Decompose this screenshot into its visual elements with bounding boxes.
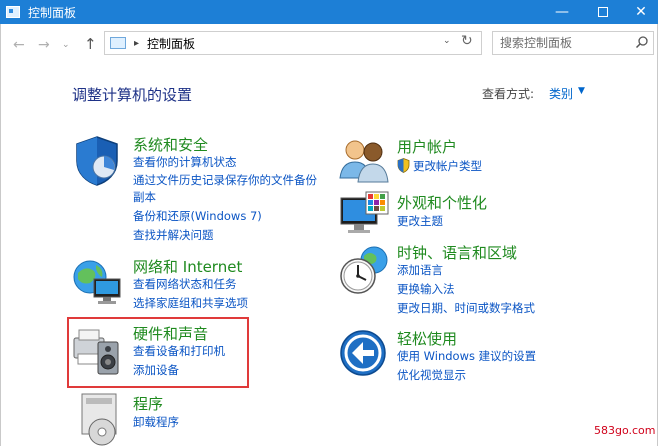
category-user-accounts[interactable]: 用户帐户 [397, 136, 457, 157]
programs-disc-icon[interactable] [72, 392, 126, 446]
view-by-label: 查看方式: [482, 87, 535, 101]
clock-globe-icon[interactable] [338, 244, 392, 298]
close-button[interactable]: ✕ [624, 0, 658, 24]
category-clock-language-region[interactable]: 时钟、语言和区域 [397, 242, 517, 263]
maximize-button[interactable] [586, 0, 620, 24]
control-panel-app-icon [6, 6, 20, 18]
category-appearance-personalization[interactable]: 外观和个性化 [397, 192, 487, 213]
category-ease-of-access[interactable]: 轻松使用 [397, 328, 457, 349]
minimize-button[interactable]: — [545, 0, 579, 24]
highlight-box [67, 317, 249, 388]
link-view-computer-status[interactable]: 查看你的计算机状态 [133, 154, 237, 171]
link-windows-recommended-settings[interactable]: 使用 Windows 建议的设置 [397, 348, 536, 365]
link-optimize-visual-display[interactable]: 优化视觉显示 [397, 367, 466, 384]
uac-shield-icon [397, 158, 410, 173]
link-change-theme[interactable]: 更改主题 [397, 213, 443, 230]
breadcrumb-control-panel[interactable]: 控制面板 [147, 35, 195, 52]
up-arrow-icon[interactable]: ↑ [84, 35, 97, 53]
category-programs[interactable]: 程序 [133, 393, 163, 414]
search-icon[interactable] [635, 35, 649, 49]
breadcrumb-separator-icon[interactable]: ▸ [134, 38, 139, 49]
search-box[interactable] [492, 31, 654, 55]
recent-locations-icon[interactable]: ⌄ [62, 40, 70, 50]
refresh-icon[interactable]: ↻ [461, 33, 473, 49]
shield-icon[interactable] [70, 134, 124, 188]
maximize-icon [598, 7, 608, 17]
network-globe-icon[interactable] [70, 255, 124, 309]
link-file-history-backup-cont[interactable]: 副本 [133, 189, 156, 206]
category-system-security[interactable]: 系统和安全 [133, 134, 208, 155]
link-homegroup-sharing[interactable]: 选择家庭组和共享选项 [133, 295, 248, 312]
link-change-account-type[interactable]: 更改帐户类型 [413, 158, 482, 175]
view-by-dropdown[interactable]: 类别 [549, 85, 573, 102]
link-file-history-backup[interactable]: 通过文件历史记录保存你的文件备份 [133, 172, 317, 189]
link-uninstall-program[interactable]: 卸载程序 [133, 414, 179, 431]
address-dropdown-icon[interactable]: ⌄ [443, 36, 451, 46]
navigation-bar: ← → ⌄ ↑ ▸ 控制面板 ⌄ ↻ [0, 24, 658, 64]
link-add-language[interactable]: 添加语言 [397, 262, 443, 279]
address-bar[interactable]: ▸ 控制面板 ⌄ ↻ [104, 31, 482, 55]
window-left-border [0, 24, 1, 446]
search-input[interactable] [500, 36, 630, 50]
title-bar: 控制面板 — ✕ [0, 0, 658, 24]
back-arrow-icon[interactable]: ← [13, 37, 25, 53]
users-icon[interactable] [338, 134, 392, 188]
category-network-internet[interactable]: 网络和 Internet [133, 256, 242, 277]
window-title: 控制面板 [28, 5, 77, 20]
page-heading: 调整计算机的设置 [72, 86, 193, 104]
link-backup-restore[interactable]: 备份和还原(Windows 7) [133, 208, 262, 225]
link-network-status[interactable]: 查看网络状态和任务 [133, 276, 237, 293]
link-troubleshoot[interactable]: 查找并解决问题 [133, 227, 214, 244]
forward-arrow-icon[interactable]: → [38, 37, 50, 53]
view-by-arrow-icon[interactable]: ▼ [578, 86, 585, 96]
link-change-input-method[interactable]: 更换输入法 [397, 281, 455, 298]
link-change-date-time-format[interactable]: 更改日期、时间或数字格式 [397, 300, 535, 317]
monitor-palette-icon[interactable] [338, 190, 392, 244]
watermark: 583go.com [594, 424, 656, 437]
accessibility-icon[interactable] [338, 328, 392, 382]
control-panel-small-icon [110, 37, 126, 49]
